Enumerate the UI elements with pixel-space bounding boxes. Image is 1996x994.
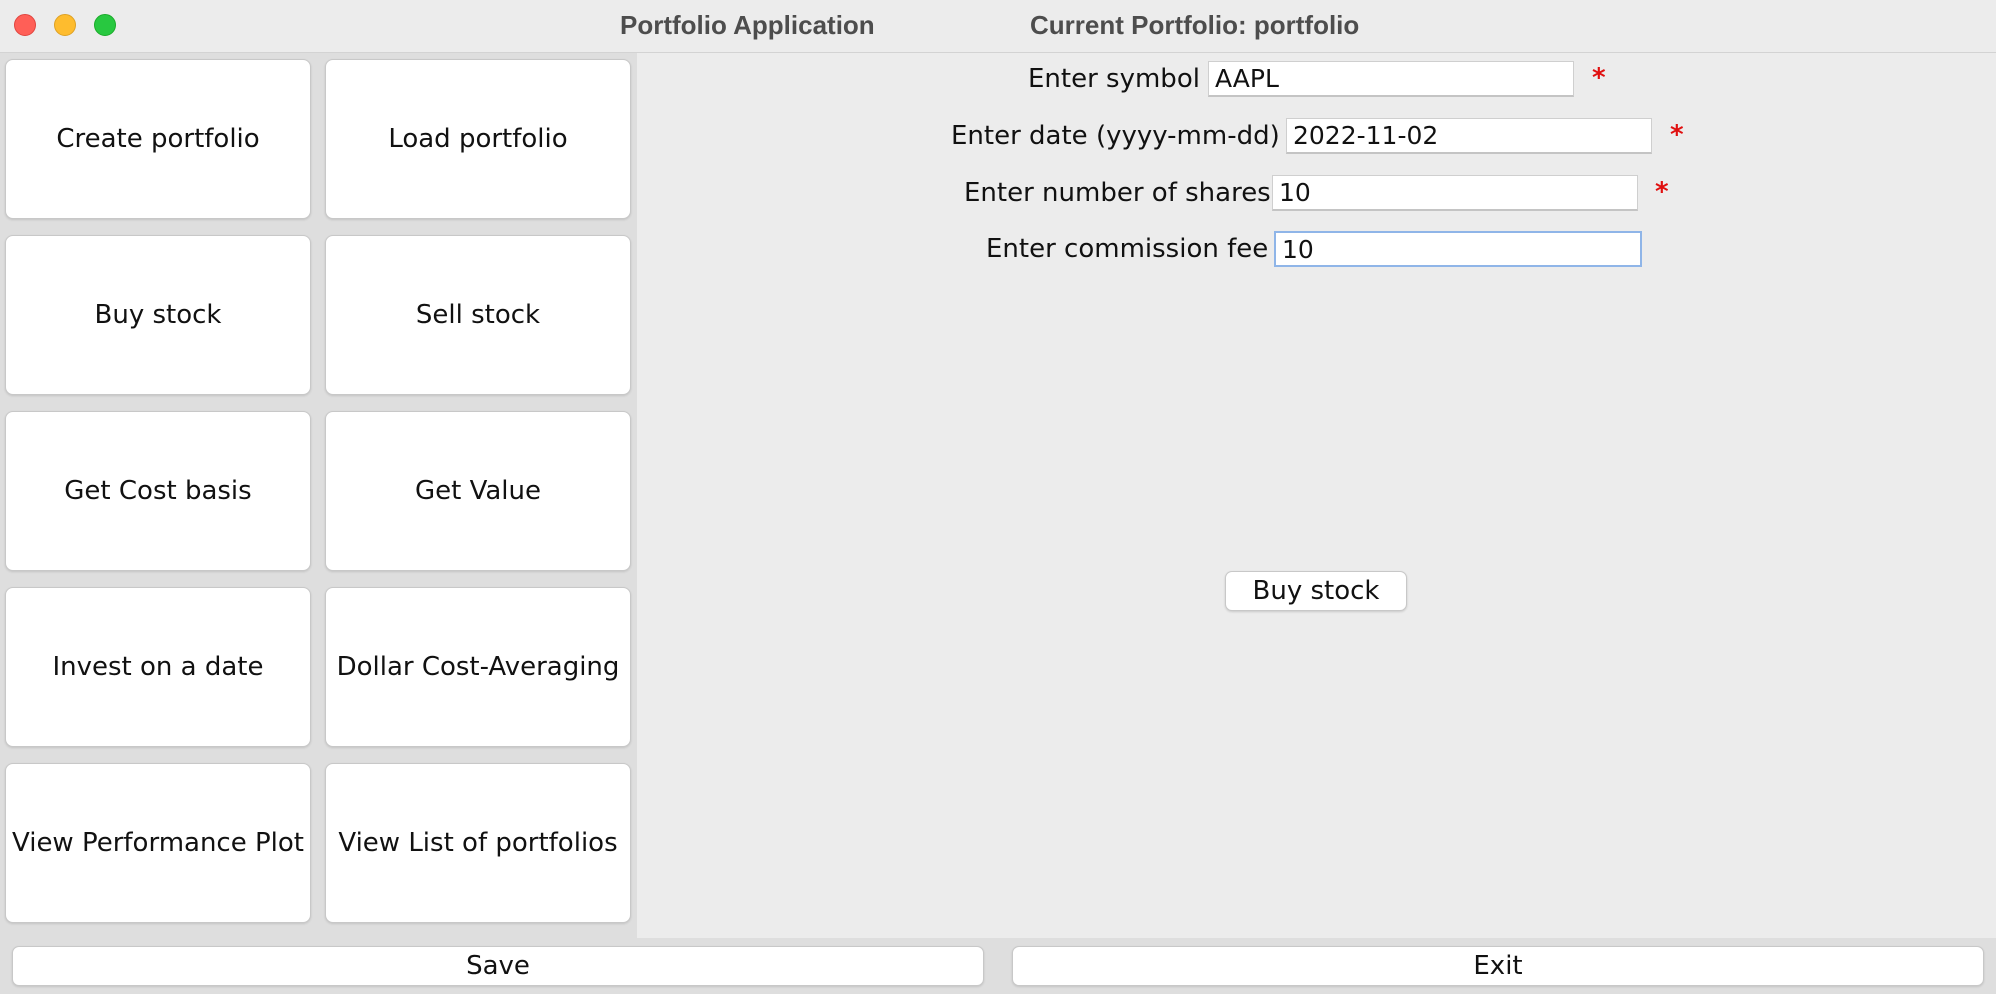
get-value-button[interactable]: Get Value (325, 411, 631, 571)
current-portfolio-label: Current Portfolio: portfolio (1030, 10, 1360, 40)
maximize-window-icon[interactable] (94, 14, 116, 36)
load-portfolio-button[interactable]: Load portfolio (325, 59, 631, 219)
buy-stock-submit-button[interactable]: Buy stock (1225, 571, 1407, 611)
invest-on-date-button[interactable]: Invest on a date (5, 587, 311, 747)
shares-input[interactable] (1272, 175, 1638, 211)
view-performance-plot-button[interactable]: View Performance Plot (5, 763, 311, 923)
view-portfolio-list-button[interactable]: View List of portfolios (325, 763, 631, 923)
exit-button[interactable]: Exit (1012, 946, 1984, 986)
create-portfolio-button[interactable]: Create portfolio (5, 59, 311, 219)
date-input[interactable] (1286, 118, 1652, 154)
footer-bar: Save Exit (0, 938, 1996, 994)
dollar-cost-averaging-button[interactable]: Dollar Cost-Averaging (325, 587, 631, 747)
buy-stock-menu-button[interactable]: Buy stock (5, 235, 311, 395)
symbol-required-marker: * (1592, 63, 1606, 93)
sell-stock-menu-button[interactable]: Sell stock (325, 235, 631, 395)
close-window-icon[interactable] (14, 14, 36, 36)
commission-fee-input[interactable] (1274, 231, 1642, 267)
shares-required-marker: * (1655, 177, 1669, 207)
date-label: Enter date (yyyy-mm-dd) (951, 121, 1280, 151)
app-title: Portfolio Application (620, 10, 875, 40)
shares-label: Enter number of shares (964, 178, 1271, 208)
buy-stock-form: Enter symbol * Enter date (yyyy-mm-dd) *… (637, 53, 1996, 938)
minimize-window-icon[interactable] (54, 14, 76, 36)
commission-fee-label: Enter commission fee (986, 234, 1269, 264)
portfolio-app-window: Portfolio Application Current Portfolio:… (0, 0, 1996, 994)
get-cost-basis-button[interactable]: Get Cost basis (5, 411, 311, 571)
save-button[interactable]: Save (12, 946, 984, 986)
action-button-panel: Create portfolio Load portfolio Buy stoc… (0, 53, 637, 938)
date-required-marker: * (1670, 120, 1684, 150)
symbol-input[interactable] (1208, 61, 1574, 97)
title-bar: Portfolio Application Current Portfolio:… (0, 0, 1996, 53)
symbol-label: Enter symbol (1028, 64, 1200, 94)
